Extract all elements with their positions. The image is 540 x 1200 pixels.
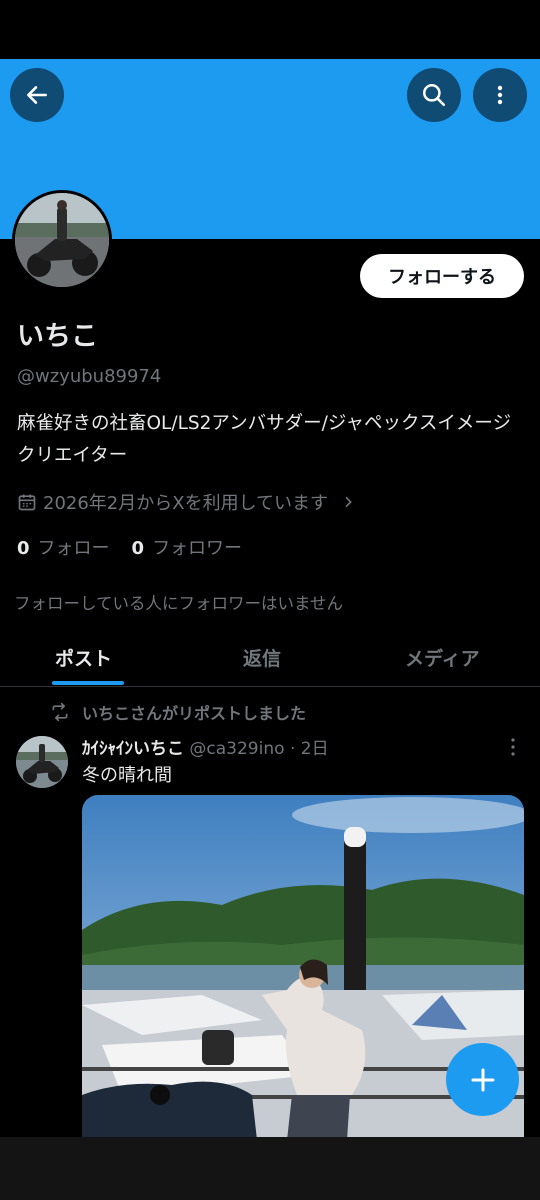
post-author-avatar[interactable] [16, 736, 68, 788]
plus-icon [471, 1068, 494, 1091]
active-tab-indicator [52, 681, 124, 685]
profile-tabs: ポスト 返信 メディア [0, 628, 540, 687]
post-more-button[interactable] [505, 737, 521, 761]
system-navigation-bar [0, 1137, 540, 1200]
tab-media[interactable]: メディア [405, 644, 480, 671]
repost-note: いちこさんがリポストしました [50, 700, 306, 724]
calendar-icon [18, 494, 36, 511]
post-author-handle[interactable]: @ca329ino [189, 739, 284, 759]
tab-posts[interactable]: ポスト [55, 644, 112, 671]
followers-label: フォロワー [152, 538, 243, 559]
post-text: 冬の晴れ間 [82, 765, 172, 786]
profile-avatar[interactable] [12, 190, 112, 290]
repost-text: いちこさんがリポストしました [82, 704, 307, 723]
post-header: ｶｲｼｬｲﾝいちこ @ca329ino · 2日 [82, 734, 329, 759]
tab-replies[interactable]: 返信 [243, 644, 281, 671]
no-followers-note: フォローしている人にフォロワーはいません [14, 594, 344, 613]
profile-bio: 麻雀好きの社畜OL/LS2アンバサダー/ジャペックスイメージクリエイター [17, 413, 512, 466]
followers-count: 0 [131, 538, 145, 559]
status-bar [0, 0, 540, 59]
search-icon [423, 84, 446, 107]
profile-name: いちこ [17, 321, 98, 352]
following-count: 0 [17, 538, 30, 559]
compose-button[interactable] [446, 1043, 519, 1116]
follow-button[interactable]: フォローする [360, 254, 524, 298]
more-vertical-icon [497, 85, 503, 105]
profile-handle: @wzyubu89974 [17, 366, 162, 387]
more-vertical-icon [511, 738, 515, 756]
joined-date[interactable]: 2026年2月からXを利用しています [17, 489, 356, 515]
search-button[interactable] [407, 68, 461, 122]
back-button[interactable] [10, 68, 64, 122]
following-label: フォロー [37, 538, 110, 559]
post-author-name[interactable]: ｶｲｼｬｲﾝいちこ [82, 739, 184, 759]
follow-stats: 0 フォロー 0 フォロワー [17, 534, 242, 560]
more-options-button[interactable] [473, 68, 527, 122]
followers-link[interactable]: 0 フォロワー [132, 534, 243, 560]
post-separator: · [289, 739, 296, 759]
joined-text: 2026年2月からXを利用しています [43, 493, 329, 514]
chevron-right-icon [345, 496, 352, 508]
following-link[interactable]: 0 フォロー [17, 534, 110, 560]
repost-icon [52, 702, 68, 722]
post-time[interactable]: 2日 [301, 739, 329, 759]
arrow-left-icon [27, 86, 47, 104]
